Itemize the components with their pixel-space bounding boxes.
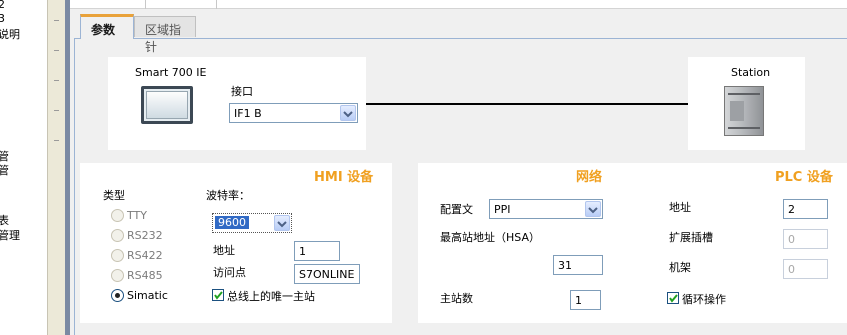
- expansion-slot-input: 0: [783, 229, 828, 249]
- only-master-label: 总线上的唯一主站: [227, 290, 315, 303]
- chevron-down-icon[interactable]: [340, 105, 356, 121]
- radio-rs422[interactable]: [111, 249, 124, 262]
- only-master-checkbox[interactable]: [212, 289, 224, 301]
- hmi-address-label: 地址: [213, 244, 235, 257]
- chevron-down-icon[interactable]: [274, 215, 290, 231]
- connection-table-strip: [70, 0, 847, 9]
- cyclic-operation-checkbox[interactable]: [667, 292, 679, 304]
- hmi-device-card: Smart 700 IE 接口 IF1 B: [108, 57, 366, 150]
- plc-settings-group: PLC 设备 地址 2 扩展插槽 0 机架 0 循环操作: [647, 163, 847, 323]
- tree-fragment[interactable]: 2: [0, 0, 5, 11]
- connection-editor: 参数 区域指针 Smart 700 IE 接口 IF1 B Station HM…: [70, 0, 847, 335]
- tab-area-pointer[interactable]: 区域指针: [134, 16, 196, 54]
- plc-station-icon: [724, 86, 764, 136]
- interface-label: 接口: [231, 85, 253, 98]
- rack-input: 0: [783, 259, 828, 279]
- tree-fragment[interactable]: 说明: [0, 26, 20, 42]
- tree-fragment[interactable]: 管理: [0, 227, 20, 243]
- expansion-slot-label: 扩展插槽: [669, 231, 713, 244]
- plc-section-title: PLC 设备: [775, 170, 833, 185]
- radio-simatic-label: Simatic: [127, 289, 168, 302]
- radio-rs232[interactable]: [111, 229, 124, 242]
- chevron-down-icon[interactable]: [585, 201, 601, 217]
- tab-bar: 参数 区域指针: [76, 14, 847, 54]
- interface-select[interactable]: IF1 B: [229, 103, 358, 123]
- baud-rate-value: 9600: [215, 216, 249, 229]
- tree-fragment[interactable]: 表: [0, 212, 9, 228]
- hsa-label: 最高站地址（HSA）: [440, 231, 540, 244]
- profile-select[interactable]: PPI: [489, 199, 603, 219]
- radio-rs485[interactable]: [111, 269, 124, 282]
- radio-tty-label: TTY: [127, 209, 147, 222]
- hmi-panel-icon: [141, 86, 193, 124]
- plc-address-input[interactable]: 2: [783, 199, 828, 219]
- baud-rate-label: 波特率：: [206, 189, 250, 202]
- radio-tty[interactable]: [111, 209, 124, 222]
- baud-rate-select[interactable]: 9600: [212, 213, 292, 233]
- tree-fragment[interactable]: 管: [0, 162, 9, 178]
- plc-address-label: 地址: [669, 201, 691, 214]
- profile-select-value: PPI: [494, 203, 511, 216]
- profile-label: 配置文: [440, 203, 473, 216]
- hmi-section-title: HMI 设备: [314, 170, 374, 185]
- hmi-settings-group: HMI 设备 类型 TTY RS232 RS422 RS485 Simatic …: [80, 163, 392, 323]
- project-tree-pane: 2 3 说明 管 管 表 管理: [0, 0, 47, 335]
- hmi-address-input[interactable]: 1: [294, 241, 340, 261]
- access-point-input[interactable]: S7ONLINE: [294, 264, 360, 284]
- master-count-label: 主站数: [440, 292, 473, 305]
- radio-simatic[interactable]: [111, 289, 124, 302]
- radio-rs422-label: RS422: [127, 249, 163, 262]
- network-section-title: 网络: [576, 170, 603, 185]
- master-count-input[interactable]: 1: [570, 290, 601, 310]
- hmi-device-name: Smart 700 IE: [135, 66, 207, 79]
- radio-rs485-label: RS485: [127, 269, 163, 282]
- rack-label: 机架: [669, 261, 691, 274]
- connection-line: [366, 103, 688, 105]
- radio-rs232-label: RS232: [127, 229, 163, 242]
- tree-fragment[interactable]: 3: [0, 12, 5, 25]
- plc-device-card: Station: [688, 57, 805, 150]
- access-point-label: 访问点: [213, 266, 246, 279]
- plc-device-name: Station: [731, 66, 771, 79]
- hsa-input[interactable]: 31: [553, 255, 603, 275]
- tab-parameters-label: 参数: [91, 23, 116, 37]
- cyclic-operation-label: 循环操作: [682, 293, 726, 306]
- tab-parameters[interactable]: 参数: [80, 14, 134, 39]
- pane-splitter[interactable]: [47, 0, 65, 335]
- type-label: 类型: [103, 189, 125, 202]
- interface-select-value: IF1 B: [234, 107, 262, 120]
